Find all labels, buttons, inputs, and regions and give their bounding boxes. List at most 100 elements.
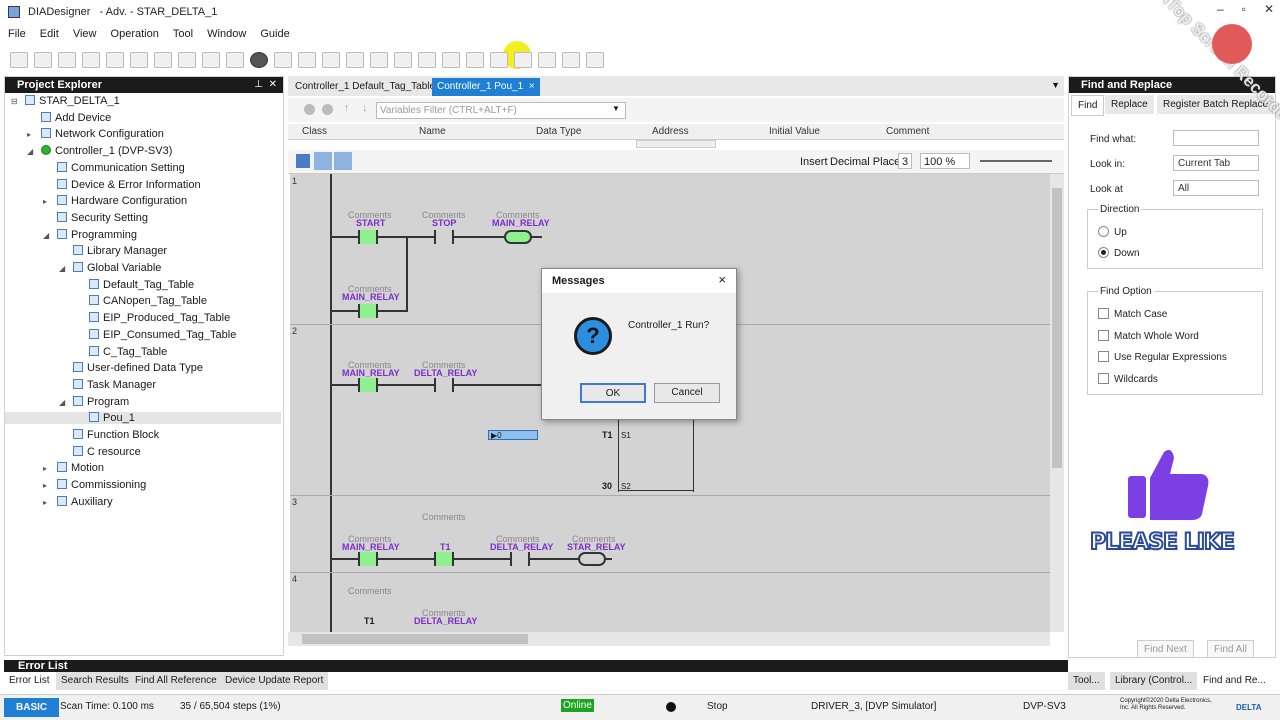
menu-guide[interactable]: Guide — [260, 28, 289, 40]
cut-icon[interactable] — [178, 52, 196, 68]
ok-button[interactable]: OK — [580, 383, 646, 403]
move-down-icon[interactable]: ↓ — [362, 102, 368, 114]
tree-item[interactable]: ⊟ STAR_DELTA_1 — [11, 95, 120, 107]
tree-item[interactable]: Function Block — [59, 429, 159, 441]
dialog-close-button[interactable]: × — [718, 272, 726, 287]
open-icon[interactable] — [34, 52, 52, 68]
col-data-type[interactable]: Data Type — [536, 126, 581, 137]
paste-icon[interactable] — [226, 52, 244, 68]
tree-item[interactable]: Pou_1 — [5, 412, 281, 425]
find-what-input[interactable] — [1173, 130, 1259, 146]
copy-icon[interactable] — [202, 52, 220, 68]
col-name[interactable]: Name — [419, 126, 446, 137]
online-icon[interactable] — [490, 52, 508, 68]
col-class[interactable]: Class — [302, 126, 327, 137]
tab-library[interactable]: Library (Control... — [1110, 672, 1198, 690]
cancel-button[interactable]: Cancel — [654, 383, 720, 403]
menu-tool[interactable]: Tool — [173, 28, 193, 40]
expand-icon[interactable]: ◢ — [59, 398, 73, 407]
contact-delta-relay[interactable] — [510, 552, 530, 566]
home-icon[interactable] — [586, 52, 604, 68]
expand-icon[interactable]: ◢ — [59, 264, 73, 273]
close-icon[interactable]: ✕ — [269, 79, 277, 90]
contact-t1[interactable] — [434, 552, 454, 566]
contact-start[interactable] — [358, 230, 378, 244]
tree-item[interactable]: ◢ Programming — [43, 228, 137, 241]
network-icon[interactable] — [418, 52, 436, 68]
print-icon[interactable] — [82, 52, 100, 68]
grid2-icon[interactable] — [322, 52, 340, 68]
col-initial-value[interactable]: Initial Value — [769, 126, 820, 137]
save-icon[interactable] — [58, 52, 76, 68]
contact-delta-relay[interactable] — [434, 378, 454, 392]
menu-operation[interactable]: Operation — [111, 28, 159, 40]
contact-main-relay[interactable] — [358, 304, 378, 318]
zoom-slider[interactable] — [980, 160, 1052, 162]
wildcards-checkbox[interactable]: Wildcards — [1098, 373, 1158, 385]
scan-icon[interactable] — [538, 52, 556, 68]
expand-icon[interactable]: ▸ — [43, 464, 57, 473]
contact-stop[interactable] — [434, 230, 454, 244]
tree-item[interactable]: Task Manager — [59, 378, 156, 391]
look-at-select[interactable]: All — [1173, 180, 1259, 196]
filter-dropdown-icon[interactable]: ▼ — [612, 104, 620, 113]
monitor-icon[interactable] — [274, 52, 292, 68]
expand-icon[interactable]: ◢ — [27, 147, 41, 156]
menu-window[interactable]: Window — [207, 28, 246, 40]
tab-find-replace[interactable]: Find and Re... — [1198, 672, 1271, 690]
ladder-vertical-scrollbar[interactable] — [1050, 174, 1064, 632]
coil-main-relay[interactable] — [504, 230, 532, 244]
tab-toolbox[interactable]: Tool... — [1068, 672, 1105, 690]
tree-item[interactable]: Add Device — [27, 111, 111, 124]
delete-var-icon[interactable] — [322, 104, 333, 115]
print-preview-icon[interactable] — [106, 52, 124, 68]
grid-icon[interactable] — [298, 52, 316, 68]
zoom-select[interactable]: 100 % — [920, 153, 970, 169]
direction-down-radio[interactable]: Down — [1098, 247, 1140, 259]
expand-icon[interactable]: ▸ — [43, 197, 57, 206]
compare-icon[interactable] — [562, 52, 580, 68]
tree-item[interactable]: ◢ Controller_1 (DVP-SV3) — [27, 145, 172, 157]
network2-icon[interactable] — [442, 52, 460, 68]
match-whole-word-checkbox[interactable]: Match Whole Word — [1098, 330, 1199, 342]
device-icon[interactable] — [514, 52, 532, 68]
tree-item[interactable]: ▸ Motion — [43, 462, 104, 474]
tree-item[interactable]: ▸ Hardware Configuration — [43, 195, 187, 207]
col-comment[interactable]: Comment — [886, 126, 929, 137]
timer-input-field[interactable]: ▶0 — [488, 430, 538, 440]
look-in-select[interactable]: Current Tab — [1173, 155, 1259, 171]
tree-item[interactable]: Security Setting — [43, 211, 148, 224]
download-icon[interactable] — [394, 52, 412, 68]
col-address[interactable]: Address — [652, 126, 689, 137]
expand-icon[interactable]: ▸ — [27, 130, 41, 139]
find-tab-find[interactable]: Find — [1071, 95, 1105, 116]
expand-icon[interactable]: ⊟ — [11, 97, 25, 106]
ladder-mode-icon[interactable] — [296, 154, 310, 168]
expand-icon[interactable]: ◢ — [43, 231, 57, 240]
contact-main-relay[interactable] — [358, 552, 378, 566]
tree-item[interactable]: ▸ Auxiliary — [43, 495, 113, 508]
tab-find-all-reference[interactable]: Find All Reference — [130, 672, 222, 690]
settings-icon[interactable] — [346, 52, 364, 68]
redo-icon[interactable] — [154, 52, 172, 68]
tab-close-icon[interactable]: × — [529, 81, 535, 92]
tree-item[interactable]: ▸ Network Configuration — [27, 128, 164, 140]
tree-item[interactable]: C_Tag_Table — [75, 345, 167, 358]
variables-filter-input[interactable]: Variables Filter (CTRL+ALT+F) — [376, 102, 626, 119]
tree-item[interactable]: Communication Setting — [43, 161, 185, 174]
tree-item[interactable]: ▸ Commissioning — [43, 479, 146, 491]
tree-item[interactable]: C resource — [59, 445, 141, 458]
add-var-icon[interactable] — [304, 104, 315, 115]
tree-item[interactable]: EIP_Consumed_Tag_Table — [75, 328, 236, 341]
tree-item[interactable]: EIP_Produced_Tag_Table — [75, 312, 230, 324]
new-icon[interactable] — [10, 52, 28, 68]
tree-item[interactable]: Device & Error Information — [43, 178, 201, 191]
tree-item[interactable]: Library Manager — [59, 245, 167, 257]
menu-file[interactable]: File — [8, 28, 26, 40]
decimal-value-input[interactable]: 3 — [898, 153, 912, 169]
run-icon[interactable] — [466, 52, 484, 68]
direction-up-radio[interactable]: Up — [1098, 226, 1127, 238]
undo-icon[interactable] — [130, 52, 148, 68]
expand-icon[interactable]: ▸ — [43, 498, 57, 507]
menu-edit[interactable]: Edit — [40, 28, 59, 40]
